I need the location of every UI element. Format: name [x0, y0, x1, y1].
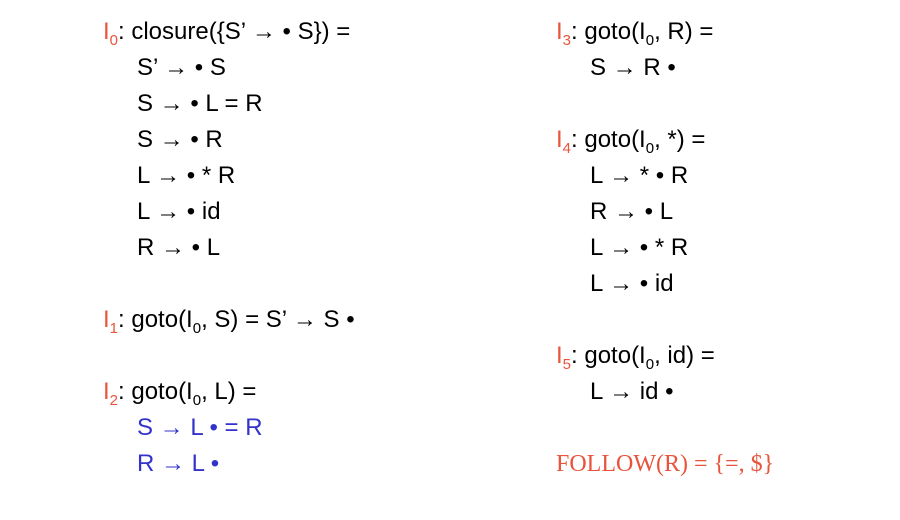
i4-item-2: R → • L — [590, 198, 674, 225]
i2-item-1: S → L • = R — [137, 414, 263, 441]
left-column: I0: closure({S’ → • S}) = S’ → • S S → •… — [103, 14, 523, 518]
i5-item-1: L → id • — [590, 378, 674, 405]
slide: I0: closure({S’ → • S}) = S’ → • S S → •… — [0, 0, 900, 520]
item-set-i0: I0: closure({S’ → • S}) = S’ → • S S → •… — [103, 14, 523, 266]
i0-item-1: S’ → • S — [137, 54, 226, 81]
i0-item-5: L → • id — [137, 198, 221, 225]
i5-label: I5 — [556, 342, 572, 373]
i0-item-4: L → • * R — [137, 162, 236, 189]
i4-label: I4 — [556, 126, 572, 157]
i2-header: I2: goto(I0, L) = — [103, 378, 257, 409]
i0-label: I0 — [103, 18, 119, 49]
i2-item-2: R → L • — [137, 450, 220, 477]
right-column: I3: goto(I0, R) = S → R • I4: goto(I0, *… — [556, 14, 886, 482]
i3-item-1: S → R • — [590, 54, 676, 81]
i3-label: I3 — [556, 18, 572, 49]
i4-item-1: L → * • R — [590, 162, 689, 189]
i4-item-4: L → • id — [590, 270, 674, 297]
i1-label: I1 — [103, 306, 119, 337]
i2-label: I2 — [103, 378, 119, 409]
i0-header: I0: closure({S’ → • S}) = — [103, 14, 523, 50]
i4-item-3: L → • * R — [590, 234, 689, 261]
i5-header: I5: goto(I0, id) = — [556, 342, 715, 373]
i4-header: I4: goto(I0, *) = — [556, 126, 706, 157]
item-set-i3: I3: goto(I0, R) = S → R • — [556, 14, 886, 86]
i0-item-6: R → • L — [137, 234, 221, 261]
item-set-i4: I4: goto(I0, *) = L → * • R R → • L L → … — [556, 122, 886, 302]
i0-header-text: : closure({S’ → • S}) = — [118, 18, 351, 45]
i0-item-3: S → • R — [137, 126, 223, 153]
item-set-i1: I1: goto(I0, S) = S’ → S • — [103, 302, 523, 338]
item-set-i2: I2: goto(I0, L) = S → L • = R R → L • — [103, 374, 523, 482]
i0-item-2: S → • L = R — [137, 90, 263, 117]
i1-header: I1: goto(I0, S) = S’ → S • — [103, 306, 355, 337]
follow-set: FOLLOW(R) = {=, $} — [556, 451, 775, 477]
item-set-i5: I5: goto(I0, id) = L → id • — [556, 338, 886, 410]
i3-header: I3: goto(I0, R) = — [556, 18, 714, 49]
